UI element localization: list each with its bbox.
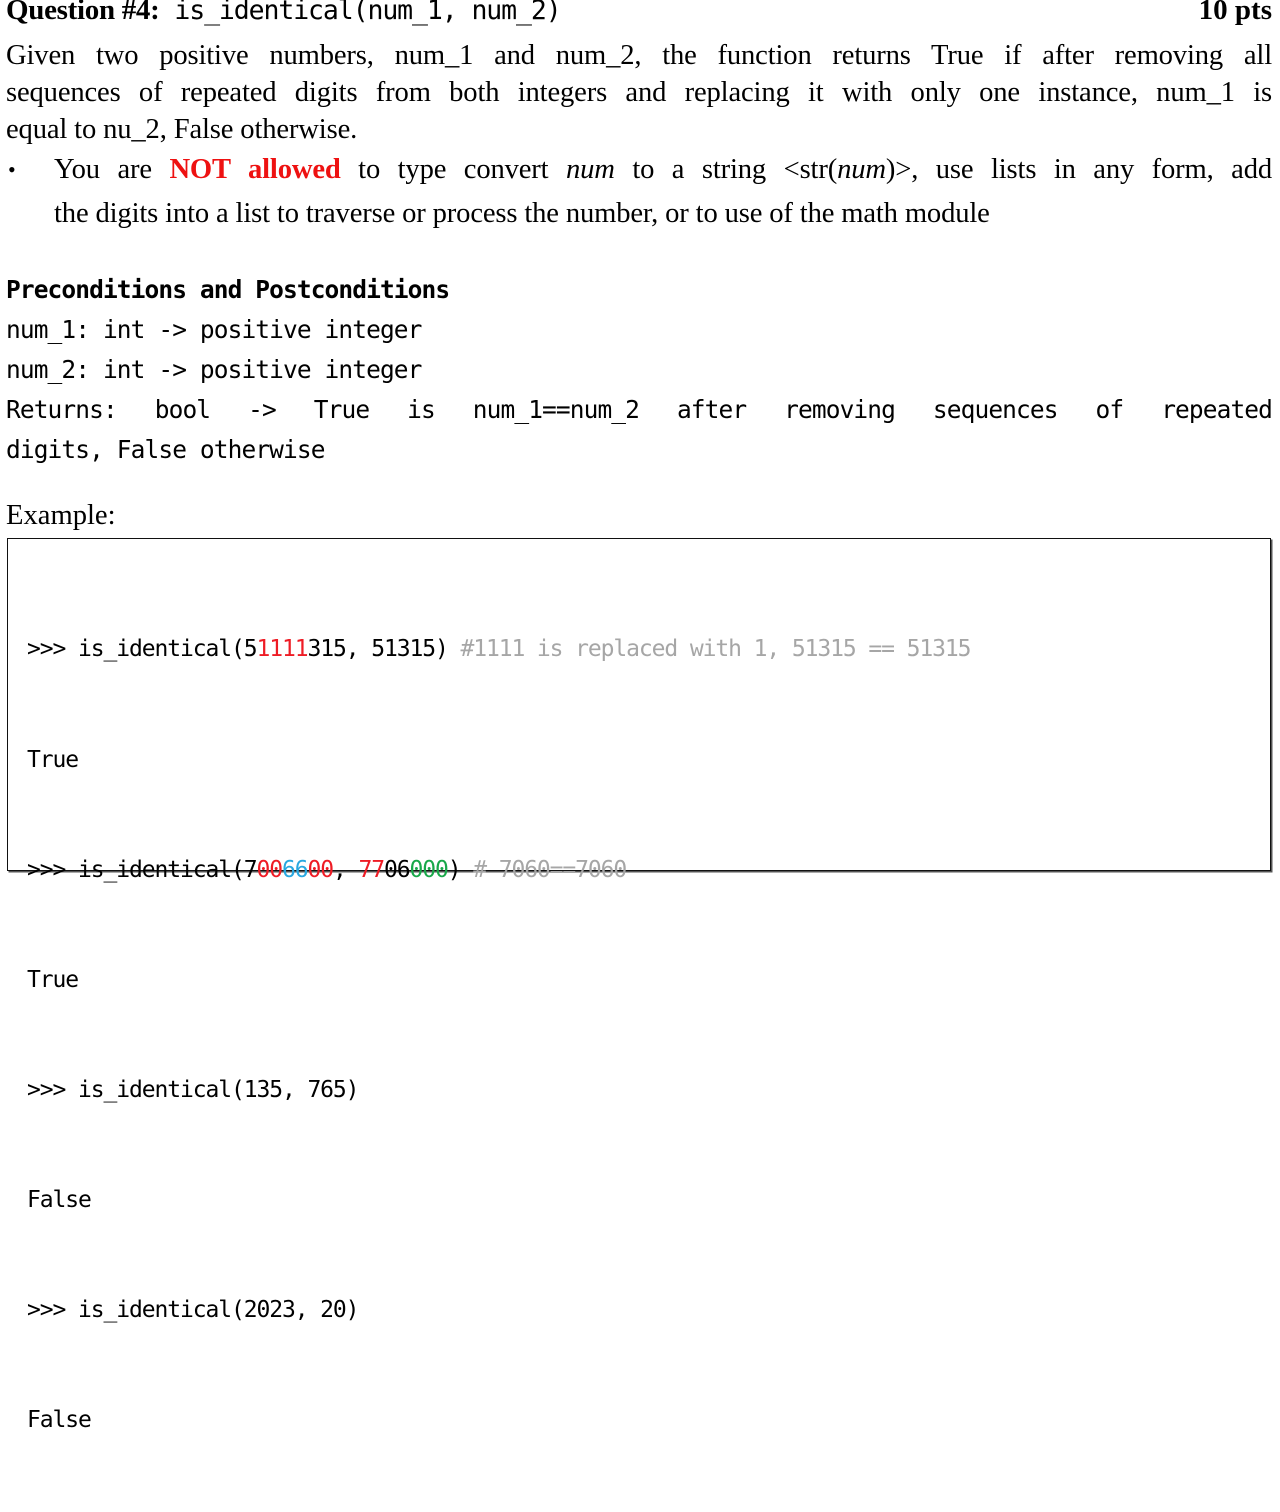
function-signature: is_identical(num_1, num_2) <box>159 0 561 26</box>
code-comment: # 7060==7060 <box>460 856 627 883</box>
example-code-box: >>> is_identical(51111315, 51315) #1111 … <box>7 538 1271 1433</box>
code-comment: #1111 is replaced with 1, 51315 == 51315 <box>447 636 971 663</box>
highlight-repeated-digits: 77 <box>358 856 385 883</box>
highlight-repeated-digits: 1111 <box>256 636 308 663</box>
postcondition-returns-cont: digits, False otherwise <box>6 435 325 464</box>
conditions-block: Preconditions and Postconditions num_1: … <box>6 270 1273 470</box>
code-line-result: True <box>27 746 79 773</box>
code-line-result: False <box>27 1186 92 1213</box>
postcondition-returns: Returns: bool -> True is num_1==num_2 af… <box>6 395 1273 424</box>
bullet-icon: • <box>8 157 16 182</box>
precondition-num1: num_1: int -> positive integer <box>6 315 422 344</box>
code-line-call: >>> is_identical(135, 765) <box>27 1076 360 1103</box>
restriction-line: the digits into a list to traverse or pr… <box>54 198 990 229</box>
code-line-call: >>> is_identical(51111315, 51315) #1111 … <box>27 636 971 663</box>
highlight-repeated-digits: 00 <box>256 856 283 883</box>
highlight-repeated-digits: 00 <box>307 856 334 883</box>
problem-description: Given two positive numbers, num_1 and nu… <box>6 37 1272 148</box>
question-header: Question #4: is_identical(num_1, num_2) … <box>6 0 1272 34</box>
precondition-num2: num_2: int -> positive integer <box>6 355 422 384</box>
restriction-text: You are NOT allowed to type convert num … <box>54 148 1272 236</box>
not-allowed-emphasis: NOT allowed <box>169 154 341 185</box>
code-line-call: >>> is_identical(7006600, 7706000) # 706… <box>27 856 627 883</box>
question-points: 10 pts <box>1198 0 1272 26</box>
code-line-result: False <box>27 1407 92 1434</box>
description-line: equal to nu_2, False otherwise. <box>6 114 358 145</box>
code-line-call: >>> is_identical(2023, 20) <box>27 1296 360 1323</box>
conditions-heading: Preconditions and Postconditions <box>6 275 450 304</box>
example-code: >>> is_identical(51111315, 51315) #1111 … <box>27 558 971 1512</box>
highlight-repeated-digits: 000 <box>409 856 448 883</box>
description-line: sequences of repeated digits from both i… <box>6 77 1272 108</box>
question-number: Question #4: <box>6 0 160 26</box>
restriction-line: You are NOT allowed to type convert num … <box>54 154 1272 185</box>
code-line-result: True <box>27 966 79 993</box>
description-line: Given two positive numbers, num_1 and nu… <box>6 40 1272 71</box>
question-title: Question #4: is_identical(num_1, num_2) <box>6 0 562 27</box>
highlight-repeated-digits: 66 <box>281 856 309 883</box>
example-label: Example: <box>6 500 116 531</box>
